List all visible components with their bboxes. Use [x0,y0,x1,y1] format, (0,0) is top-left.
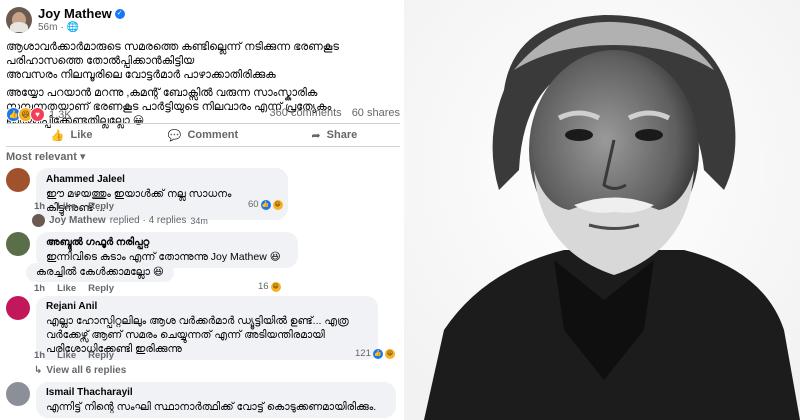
comment-like-button[interactable]: Like [57,350,76,361]
comment-item: Ahammed Jaleel ഈ മഴയത്തും ഇയാൾക്ക് നല്ല … [6,168,288,220]
comment-meta: 1h Like Reply [34,201,114,212]
comment-item: Ismail Thacharayil എന്നിട്ട് നിന്റെ സംഘി… [6,382,396,418]
chevron-down-icon: ▾ [79,151,86,163]
globe-icon: · 🌐 [60,22,80,33]
comment-reaction-count[interactable]: 16 😆 [258,281,281,292]
commenter-avatar[interactable] [6,168,30,192]
comment-count[interactable]: 360 comments [270,107,342,122]
comment-reaction-count[interactable]: 121 👍 😆 [355,348,395,359]
facebook-post-panel: Joy Mathew ✓ 56m · 🌐 ആശാവർക്കാർമാരുടെ സമരത… [0,0,404,420]
author-name[interactable]: Joy Mathew [38,6,112,21]
view-replies-link[interactable]: Joy Mathew replied · 4 replies 34m [32,214,208,227]
comment-text: എന്നിട്ട് നിന്റെ സംഘി സ്ഥാനാർത്ഥിക്ക് വോ… [46,401,377,413]
post-text-line1: ആശാവർക്കാർമാരുടെ സമരത്തെ കണ്ടില്ലെന്ന് ന… [6,41,339,67]
haha-reaction-icon: 😆 [384,348,395,359]
comment-reply-button[interactable]: Reply [88,283,114,294]
portrait-photo [404,0,800,420]
share-count[interactable]: 60 shares [352,107,400,122]
post-text-line2: അവസരം നിലമ്പൂരിലെ വോട്ടർമാർ പാഴാക്കാതിരി… [6,69,276,81]
commenter-name[interactable]: അബ്ദുൽ ഗഫൂർ നരിപ്പറ്റ [46,236,288,250]
commenter-name[interactable]: Rejani Anil [46,300,368,314]
share-arrow-icon: ➦ [311,129,321,142]
post-header: Joy Mathew ✓ 56m · 🌐 [6,6,125,33]
haha-reaction-icon: 😆 [272,199,283,210]
reaction-summary[interactable]: 👍 😆 ♥ 1.3K [6,107,72,122]
portrait-image [404,0,800,420]
reply-arrow-icon: ↳ [34,365,43,376]
comment-like-button[interactable]: Like [57,201,76,212]
verified-badge-icon: ✓ [114,8,125,19]
commenter-name[interactable]: Ismail Thacharayil [46,386,386,400]
thumbs-up-icon: 👍 [50,129,65,142]
comment-text: കരച്ചിൽ കേൾക്കാമല്ലോ 😆 [26,263,174,282]
view-all-replies-link[interactable]: ↳ View all 6 replies [34,365,126,376]
comment-reply-button[interactable]: Reply [88,350,114,361]
comment-meta: 1h Like Reply [34,283,114,294]
reply-avatar [32,214,45,227]
like-reaction-icon: 👍 [260,199,271,210]
commenter-avatar[interactable] [6,232,30,256]
haha-reaction-icon: 😆 [270,281,281,292]
post-time[interactable]: 56m [38,22,57,33]
comment-like-button[interactable]: Like [57,283,76,294]
like-button[interactable]: 👍 Like [6,124,137,146]
like-reaction-icon: 👍 [372,348,383,359]
love-reaction-icon: ♥ [30,107,45,122]
commenter-avatar[interactable] [6,382,30,406]
comment-reaction-count[interactable]: 60 👍 😆 [248,199,283,210]
commenter-name[interactable]: Ahammed Jaleel [46,173,278,187]
comment-text: ഇന്നിവിടെ കുടാം എന്ന് തോന്നുന്നു Joy Mat… [46,251,281,263]
divider [6,146,400,147]
comment-meta: 1h Like Reply [34,350,114,361]
comment-reply-button[interactable]: Reply [88,201,114,212]
comment-sort-dropdown[interactable]: Most relevant ▾ [6,150,86,163]
author-avatar[interactable] [6,6,32,33]
post-stats: 👍 😆 ♥ 1.3K 360 comments 60 shares [6,107,400,122]
commenter-avatar[interactable] [6,296,30,320]
comment-bubble: Ismail Thacharayil എന്നിട്ട് നിന്റെ സംഘി… [36,382,396,418]
comment-bubble-icon: 💬 [167,129,182,142]
share-button[interactable]: ➦ Share [269,124,400,146]
comment-button[interactable]: 💬 Comment [137,124,268,146]
post-actions: 👍 Like 💬 Comment ➦ Share [6,124,400,146]
comment-bubble: Ahammed Jaleel ഈ മഴയത്തും ഇയാൾക്ക് നല്ല … [36,168,288,220]
reaction-count: 1.3K [49,108,72,121]
